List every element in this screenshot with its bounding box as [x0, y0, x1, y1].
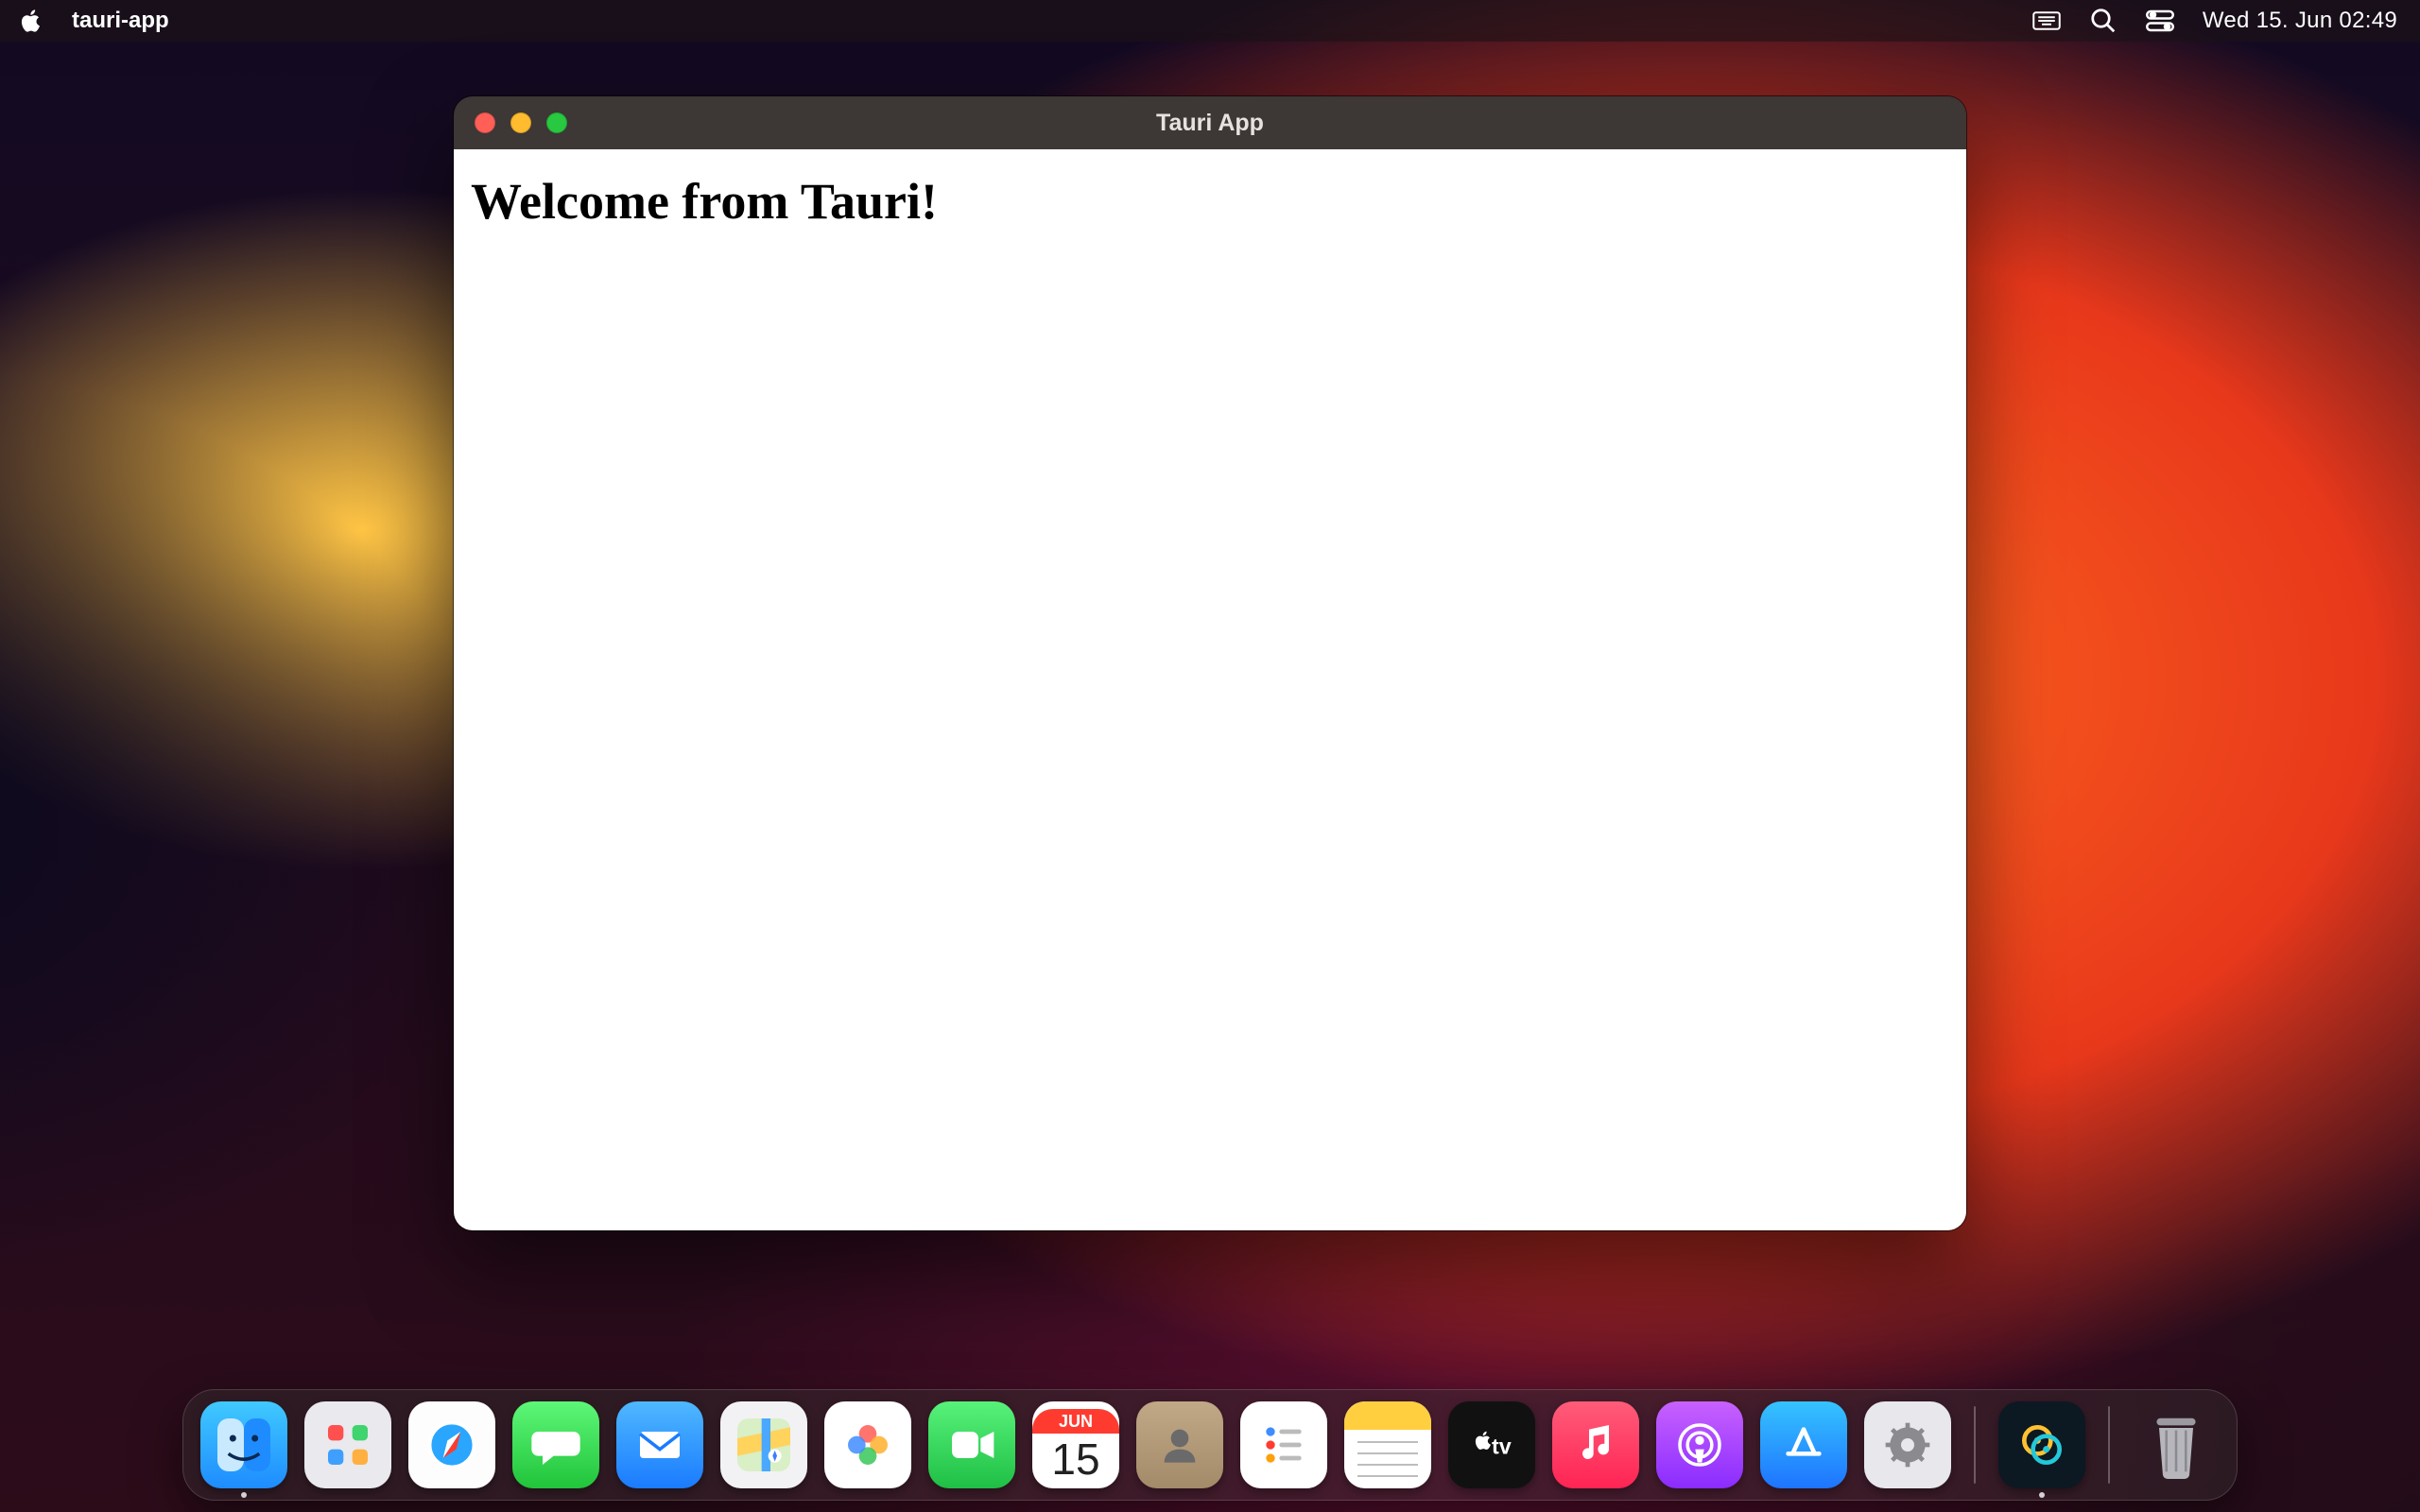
spotlight-search-icon[interactable] [2089, 7, 2118, 35]
messages-icon [529, 1418, 582, 1471]
app-window: Tauri App Welcome from Tauri! [454, 96, 1966, 1230]
window-titlebar[interactable]: Tauri App [454, 96, 1966, 149]
facetime-icon [945, 1418, 998, 1471]
calendar-month-label: JUN [1032, 1409, 1119, 1434]
dock-system-settings[interactable] [1864, 1401, 1951, 1488]
appstore-icon [1777, 1418, 1830, 1471]
dock-finder[interactable] [200, 1401, 287, 1488]
dock-calendar[interactable]: JUN 15 [1032, 1401, 1119, 1488]
window-content: Welcome from Tauri! [454, 149, 1966, 1230]
apple-logo-icon [17, 7, 45, 35]
launchpad-icon [321, 1418, 374, 1471]
dock: JUN 15 tv [182, 1389, 2238, 1501]
reminders-icon [1257, 1418, 1310, 1471]
mail-icon [633, 1418, 686, 1471]
dock-trash[interactable] [2133, 1401, 2220, 1488]
music-icon [1569, 1418, 1622, 1471]
dock-tv[interactable]: tv [1448, 1401, 1535, 1488]
window-traffic-lights [475, 112, 567, 133]
dock-music[interactable] [1552, 1401, 1639, 1488]
tv-icon: tv [1465, 1418, 1518, 1471]
dock-reminders[interactable] [1240, 1401, 1327, 1488]
dock-launchpad[interactable] [304, 1401, 391, 1488]
svg-text:tv: tv [1492, 1434, 1512, 1458]
control-center-icon[interactable] [2146, 7, 2174, 35]
dock-contacts[interactable] [1136, 1401, 1223, 1488]
window-zoom-button[interactable] [546, 112, 567, 133]
dock-facetime[interactable] [928, 1401, 1015, 1488]
dock-divider [1974, 1406, 1976, 1484]
safari-icon [425, 1418, 478, 1471]
dock-maps[interactable] [720, 1401, 807, 1488]
dock-appstore[interactable] [1760, 1401, 1847, 1488]
dock-messages[interactable] [512, 1401, 599, 1488]
keyboard-viewer-icon[interactable] [2032, 7, 2061, 35]
tauri-icon [2015, 1418, 2068, 1471]
dock-safari[interactable] [408, 1401, 495, 1488]
menubar-app-name[interactable]: tauri-app [72, 8, 169, 34]
menubar-clock[interactable]: Wed 15. Jun 02:49 [2203, 8, 2397, 34]
notes-icon [1344, 1401, 1431, 1430]
contacts-icon [1153, 1418, 1206, 1471]
finder-icon [217, 1418, 270, 1471]
window-close-button[interactable] [475, 112, 495, 133]
dock-photos[interactable] [824, 1401, 911, 1488]
dock-divider-trash [2108, 1406, 2110, 1484]
search-icon [2089, 7, 2118, 35]
menubar: tauri-app Wed 15. Jun 02:49 [0, 0, 2420, 42]
settings-icon [1881, 1418, 1934, 1471]
dock-notes[interactable] [1344, 1401, 1431, 1488]
podcasts-icon [1673, 1418, 1726, 1471]
window-title: Tauri App [1156, 110, 1264, 137]
dock-tauri-app[interactable] [1998, 1401, 2085, 1488]
welcome-heading: Welcome from Tauri! [471, 172, 1949, 231]
trash-icon [2147, 1411, 2205, 1479]
apple-menu[interactable] [17, 7, 45, 35]
maps-icon [737, 1418, 790, 1471]
photos-icon [841, 1418, 894, 1471]
dock-mail[interactable] [616, 1401, 703, 1488]
window-minimize-button[interactable] [510, 112, 531, 133]
calendar-day-label: 15 [1032, 1434, 1119, 1485]
dock-podcasts[interactable] [1656, 1401, 1743, 1488]
